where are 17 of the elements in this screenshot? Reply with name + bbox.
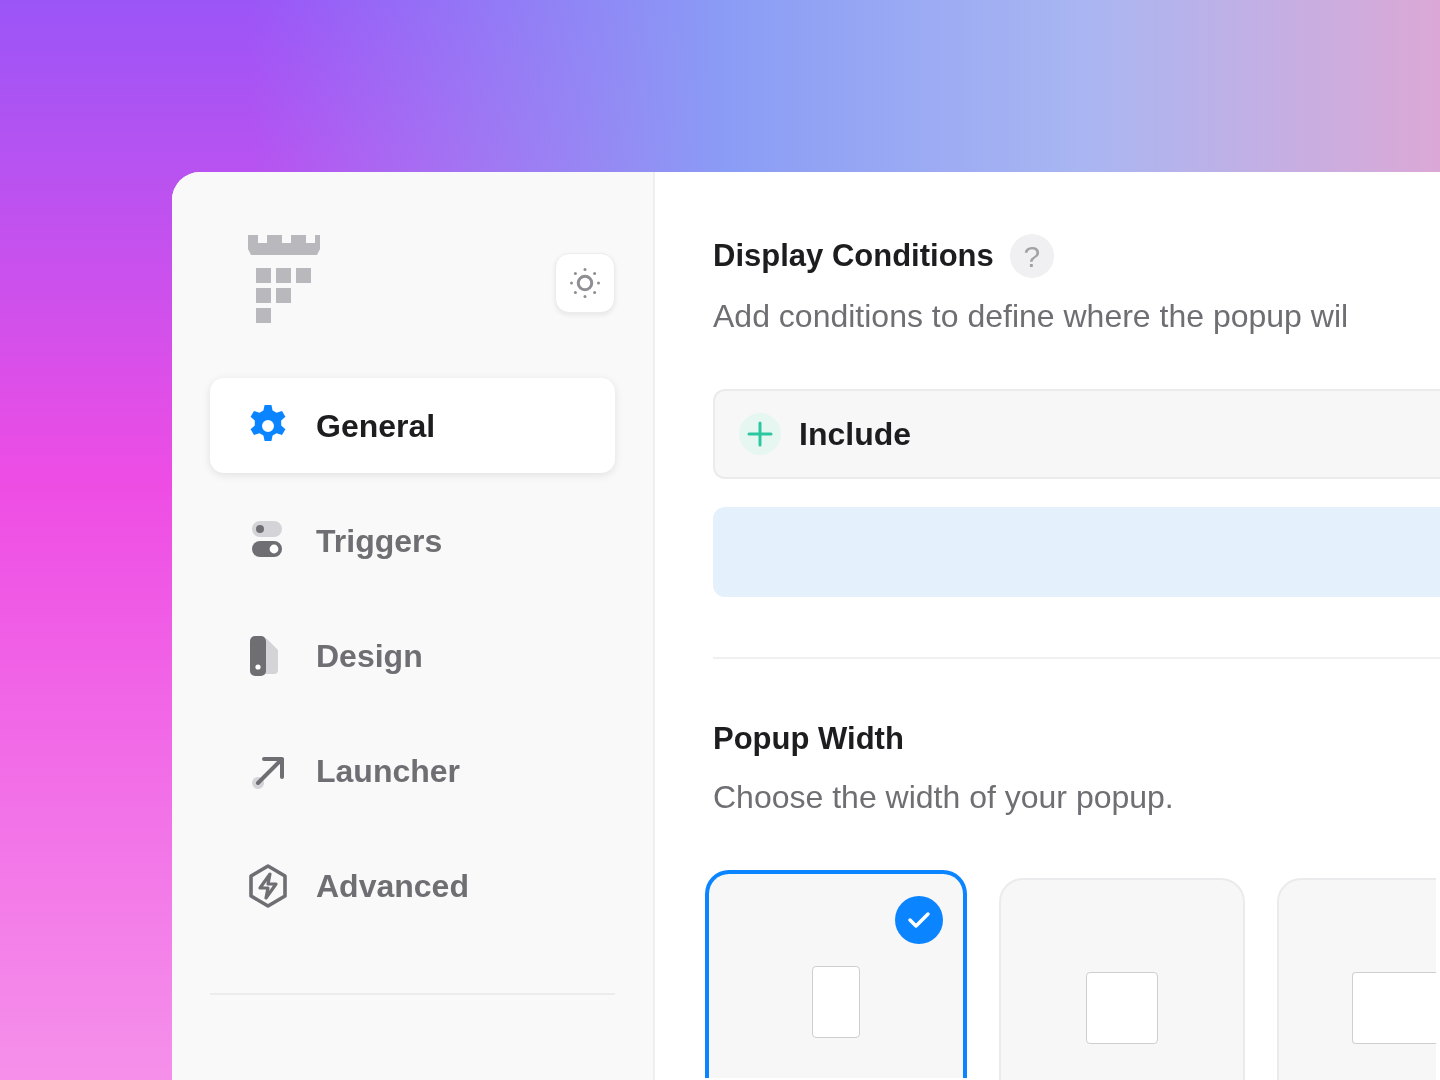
plus-icon <box>739 413 781 455</box>
sidebar-item[interactable]: Advanced <box>210 838 615 933</box>
width-option-card[interactable] <box>705 870 967 1078</box>
theme-toggle-button[interactable] <box>555 253 615 313</box>
section-description: Choose the width of your popup. <box>713 778 1175 817</box>
popup-preview <box>812 966 860 1038</box>
sidebar-item[interactable]: Design <box>210 608 615 703</box>
include-button[interactable]: Include <box>713 389 1440 479</box>
check-icon <box>895 896 943 944</box>
sun-icon <box>567 265 603 301</box>
section-title: Display Conditions <box>713 236 994 275</box>
sidebar-item[interactable]: General <box>210 378 615 473</box>
popup-preview <box>1086 972 1158 1044</box>
section-title: Popup Width <box>713 719 905 758</box>
sidebar-item[interactable]: Launcher <box>210 723 615 818</box>
section-description: Add conditions to define where the popup wil <box>713 297 1349 336</box>
sidebar-item[interactable]: Triggers <box>210 493 615 588</box>
